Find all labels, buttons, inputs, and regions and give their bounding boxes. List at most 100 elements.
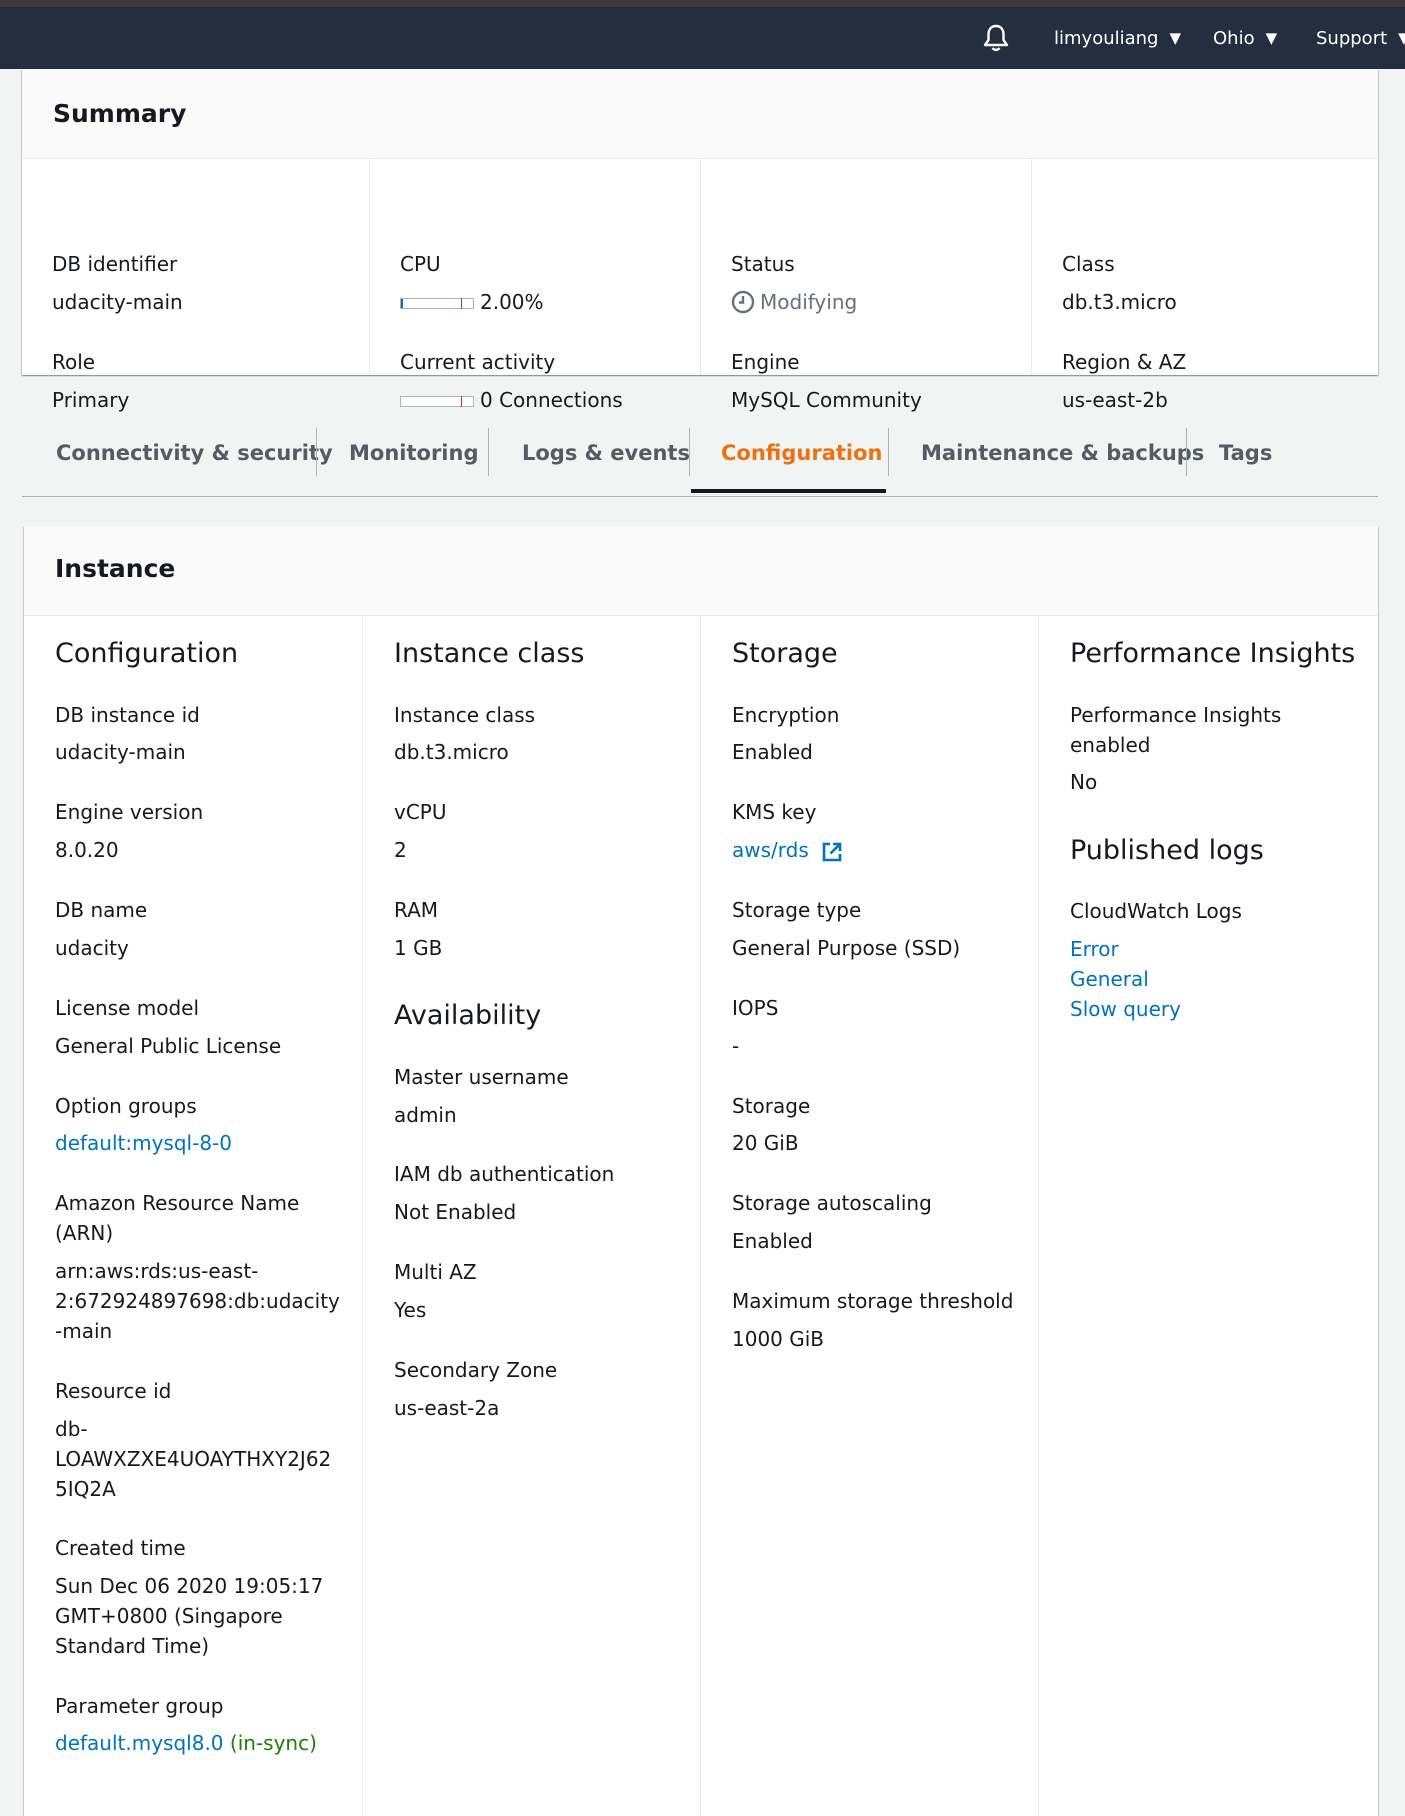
summary-column-cpu: CPU 2.00% Current activity 0 Connections [369, 159, 700, 412]
support-menu[interactable]: Support ▼ [1316, 7, 1405, 69]
arn-value: arn:aws:rds:us-east- 2:672924897698:db:u… [55, 1256, 340, 1346]
instance-panel: Instance Configuration DB instance id ud… [24, 526, 1378, 1816]
cloudwatch-logs-list: Error General Slow query [1070, 934, 1181, 1024]
tab-tags[interactable]: Tags [1219, 431, 1272, 475]
cpu-usage-fill [401, 299, 403, 308]
engine-version-value: 8.0.20 [55, 838, 119, 862]
engine-version-label: Engine version [55, 800, 204, 824]
parameter-group-label: Parameter group [55, 1694, 224, 1718]
class-label: Class [1062, 252, 1115, 276]
summary-title: Summary [22, 69, 1378, 159]
created-time-line-3: Standard Time) [55, 1634, 210, 1658]
role-label: Role [52, 350, 96, 374]
tab-divider [888, 428, 889, 476]
engine-label: Engine [731, 350, 800, 374]
resource-id-value: db- LOAWXZXE4UOAYTHXY2J62 5IQ2A [55, 1414, 335, 1504]
created-time-line-1: Sun Dec 06 2020 19:05:17 [55, 1574, 324, 1598]
storage-value: 20 GiB [732, 1131, 799, 1155]
parameter-group-link[interactable]: default.mysql8.0 [55, 1731, 224, 1755]
tab-configuration[interactable]: Configuration [721, 431, 882, 475]
db-identifier-label: DB identifier [52, 252, 178, 276]
caret-down-icon: ▼ [1169, 29, 1182, 47]
parameter-group-value: default.mysql8.0 (in-sync) [55, 1728, 317, 1758]
cloudwatch-logs-label: CloudWatch Logs [1070, 899, 1242, 923]
summary-column-identifier: DB identifier udacity-main Role Primary [22, 159, 369, 412]
tab-logs-events[interactable]: Logs & events [522, 431, 690, 475]
user-menu-label: limyouliang [1054, 27, 1159, 49]
caret-down-icon: ▼ [1398, 29, 1405, 47]
multi-az-value: Yes [394, 1298, 427, 1322]
option-groups-label: Option groups [55, 1094, 197, 1118]
db-identifier-value: udacity-main [52, 290, 183, 314]
log-link-general[interactable]: General [1070, 964, 1181, 994]
cpu-percent: 2.00% [480, 290, 544, 314]
kms-key-label: KMS key [732, 800, 817, 824]
cpu-threshold-marker [461, 298, 462, 309]
cpu-value: 2.00% [400, 290, 544, 314]
clock-icon [731, 290, 755, 314]
iam-auth-label: IAM db authentication [394, 1162, 615, 1186]
log-link-slow-query[interactable]: Slow query [1070, 994, 1181, 1024]
storage-heading: Storage [732, 638, 838, 669]
status-label: Status [731, 252, 795, 276]
kms-key-link[interactable]: aws/rds [732, 835, 843, 865]
kms-key-text[interactable]: aws/rds [732, 838, 809, 862]
vcpu-label: vCPU [394, 800, 447, 824]
summary-column-status: Status Modifying Engine MySQL Community [700, 159, 1031, 412]
storage-type-value: General Purpose (SSD) [732, 936, 961, 960]
encryption-label: Encryption [732, 703, 840, 727]
iops-value: - [732, 1034, 740, 1058]
region-menu-label: Ohio [1213, 27, 1255, 49]
status-text: Modifying [760, 290, 858, 314]
iops-label: IOPS [732, 996, 779, 1020]
max-storage-label: Maximum storage threshold [732, 1289, 1014, 1313]
top-navigation-bar: limyouliang ▼ Ohio ▼ Support ▼ [0, 0, 1405, 69]
option-groups-link[interactable]: default:mysql-8-0 [55, 1128, 232, 1158]
current-activity-label: Current activity [400, 350, 556, 374]
resource-id-line-1: db- [55, 1417, 88, 1441]
published-logs-heading: Published logs [1070, 835, 1264, 866]
user-menu[interactable]: limyouliang ▼ [1054, 7, 1181, 69]
notifications-button[interactable] [982, 7, 1010, 69]
performance-column: Performance Insights Performance Insight… [1038, 616, 1379, 1816]
tab-maintenance-backups[interactable]: Maintenance & backups [921, 431, 1204, 475]
status-value: Modifying [731, 290, 857, 314]
db-instance-id-value: udacity-main [55, 740, 186, 764]
active-tab-indicator [691, 489, 886, 493]
resource-id-line-2: LOAWXZXE4UOAYTHXY2J62 [55, 1447, 332, 1471]
tab-divider [488, 428, 489, 476]
configuration-column: Configuration DB instance id udacity-mai… [24, 616, 362, 1816]
external-link-icon [822, 842, 842, 861]
region-menu[interactable]: Ohio ▼ [1213, 7, 1277, 69]
summary-column-class: Class db.t3.micro Region & AZ us-east-2b [1031, 159, 1378, 412]
db-name-value: udacity [55, 936, 129, 960]
tab-monitoring[interactable]: Monitoring [349, 431, 478, 475]
instance-class-heading: Instance class [394, 638, 585, 669]
availability-heading: Availability [394, 1000, 542, 1031]
log-link-error[interactable]: Error [1070, 934, 1181, 964]
cpu-label: CPU [400, 252, 441, 276]
ram-label: RAM [394, 898, 439, 922]
multi-az-label: Multi AZ [394, 1260, 477, 1284]
summary-panel: Summary DB identifier udacity-main Role … [22, 69, 1378, 412]
resource-id-line-3: 5IQ2A [55, 1477, 116, 1501]
encryption-value: Enabled [732, 740, 813, 764]
license-model-label: License model [55, 996, 200, 1020]
performance-insights-label-line-2: enabled [1070, 733, 1151, 757]
arn-label-line-1: Amazon Resource Name [55, 1191, 300, 1215]
resource-id-label: Resource id [55, 1379, 172, 1403]
region-az-label: Region & AZ [1062, 350, 1187, 374]
configuration-heading: Configuration [55, 638, 239, 669]
vcpu-value: 2 [394, 838, 407, 862]
tab-divider [316, 428, 317, 476]
secondary-zone-value: us-east-2a [394, 1396, 500, 1420]
instance-title: Instance [24, 526, 1378, 616]
bell-icon [983, 24, 1009, 52]
arn-label-line-2: (ARN) [55, 1221, 114, 1245]
tab-connectivity-security[interactable]: Connectivity & security [56, 431, 333, 475]
storage-label: Storage [732, 1094, 811, 1118]
performance-insights-label-line-1: Performance Insights [1070, 703, 1282, 727]
storage-type-label: Storage type [732, 898, 862, 922]
cpu-usage-bar [400, 298, 474, 309]
db-name-label: DB name [55, 898, 148, 922]
